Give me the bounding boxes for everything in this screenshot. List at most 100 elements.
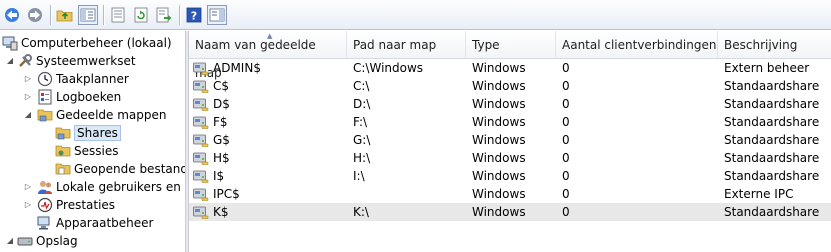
expand-arrow-icon[interactable]: ▷ (23, 92, 33, 101)
tree-item-opslag[interactable]: Opslag (17, 232, 78, 250)
show-hide-tree-icon[interactable] (78, 4, 98, 25)
tree-item-label: Computerbeheer (lokaal) (21, 36, 172, 50)
tree-item-label: Prestaties (56, 198, 116, 212)
up-folder-icon[interactable] (55, 5, 75, 25)
shared-drive-icon (193, 61, 209, 75)
table-row[interactable]: IPC$ Windows 0 Externe IPC (189, 185, 831, 203)
back-arrow-icon[interactable] (2, 5, 22, 25)
tree-item-shares[interactable]: Shares (55, 124, 121, 142)
share-name: D$ (213, 97, 230, 111)
column-header-description[interactable]: Beschrijving (718, 31, 831, 59)
share-name-cell: H$ (189, 151, 347, 165)
share-path: D:\ (353, 97, 371, 111)
tree-item-prestaties[interactable]: Prestaties (37, 196, 115, 214)
share-type: Windows (472, 115, 526, 129)
share-type: Windows (472, 61, 526, 75)
share-path: F:\ (353, 115, 368, 129)
column-header-type[interactable]: Type (466, 31, 556, 59)
share-description: Standaardshare (724, 133, 820, 147)
share-name-cell: C$ (189, 79, 347, 93)
shared-drive-icon (193, 133, 209, 147)
column-header-path[interactable]: Pad naar map (347, 31, 466, 59)
share-type: Windows (472, 205, 526, 219)
share-description: Standaardshare (724, 97, 820, 111)
system-tools-icon (17, 53, 33, 69)
list-rows: ADMIN$ C:\Windows Windows 0 Extern behee… (189, 59, 831, 221)
share-path: H:\ (353, 151, 371, 165)
table-row[interactable]: G$ G:\ Windows 0 Standaardshare (189, 131, 831, 149)
column-header-name[interactable]: ▲ Naam van gedeelde map (189, 31, 347, 80)
table-row[interactable]: F$ F:\ Windows 0 Standaardshare (189, 113, 831, 131)
share-connections: 0 (562, 61, 570, 75)
tree-item-label: Sessies (74, 144, 119, 158)
share-type: Windows (472, 79, 526, 93)
properties-icon[interactable] (108, 5, 128, 25)
share-connections: 0 (562, 97, 570, 111)
share-connections: 0 (562, 79, 570, 93)
share-connections: 0 (562, 115, 570, 129)
share-name: G$ (213, 133, 230, 147)
share-connections: 0 (562, 169, 570, 183)
shared-drive-icon (193, 115, 209, 129)
collapse-arrow-icon[interactable]: ◢ (23, 110, 33, 119)
tree-item-geopende-bestanden[interactable]: Geopende bestanden (55, 160, 185, 178)
table-row[interactable]: K$ K:\ Windows 0 Standaardshare (189, 203, 831, 221)
svg-text:?: ? (191, 9, 197, 22)
tree-item-gedeelde-mappen[interactable]: Gedeelde mappen (37, 106, 166, 124)
share-name: F$ (213, 115, 228, 129)
tree-item-lokale-gebruikers[interactable]: Lokale gebruikers en groepen (37, 178, 185, 196)
share-description: Standaardshare (724, 205, 820, 219)
help-icon[interactable]: ? (184, 5, 204, 25)
column-header-label: Pad naar map (353, 38, 437, 52)
share-name-cell: ADMIN$ (189, 61, 347, 75)
table-row[interactable]: C$ C:\ Windows 0 Standaardshare (189, 77, 831, 95)
tree-item-sessies[interactable]: Sessies (55, 142, 118, 160)
table-row[interactable]: D$ D:\ Windows 0 Standaardshare (189, 95, 831, 113)
export-list-icon[interactable] (154, 5, 174, 25)
event-viewer-icon (37, 89, 53, 105)
column-header-label: Beschrijving (724, 38, 798, 52)
tree-item-taakplanner[interactable]: Taakplanner (37, 70, 129, 88)
share-name: I$ (213, 169, 225, 183)
share-name: IPC$ (213, 187, 240, 201)
forward-arrow-icon[interactable] (25, 5, 45, 25)
tree-item-label: Taakplanner (56, 72, 129, 86)
collapse-arrow-icon[interactable]: ◢ (5, 56, 15, 65)
table-row[interactable]: H$ H:\ Windows 0 Standaardshare (189, 149, 831, 167)
column-header-label: Type (472, 38, 500, 52)
table-row[interactable]: I$ I:\ Windows 0 Standaardshare (189, 167, 831, 185)
shared-drive-icon (193, 79, 209, 93)
shared-drive-icon (193, 151, 209, 165)
column-header-label: Aantal clientverbindingen (562, 38, 717, 52)
expand-arrow-icon[interactable]: ▷ (23, 182, 33, 191)
tree-item-apparaatbeheer[interactable]: Apparaatbeheer (37, 214, 153, 232)
open-files-icon (55, 161, 71, 177)
expand-arrow-icon[interactable]: ▷ (23, 74, 33, 83)
tree-item-label: Systeemwerkset (36, 54, 136, 68)
expand-arrow-icon[interactable]: ▷ (23, 200, 33, 209)
navigation-tree: Computerbeheer (lokaal) ◢ Systeemwerkset… (0, 31, 185, 252)
tree-item-label: Opslag (36, 234, 78, 248)
shared-drive-icon (193, 169, 209, 183)
share-path: K:\ (353, 205, 369, 219)
column-header-connections[interactable]: Aantal clientverbindingen (556, 31, 718, 59)
shared-drive-icon (193, 97, 209, 111)
share-path: C:\Windows (353, 61, 424, 75)
share-description: Extern beheer (724, 61, 810, 75)
table-row[interactable]: ADMIN$ C:\Windows Windows 0 Extern behee… (189, 59, 831, 77)
share-connections: 0 (562, 151, 570, 165)
refresh-icon[interactable] (131, 5, 151, 25)
storage-icon (17, 233, 33, 249)
show-hide-action-pane-icon[interactable] (207, 4, 227, 25)
share-path: I:\ (353, 169, 365, 183)
share-description: Standaardshare (724, 79, 820, 93)
tree-item-computerbeheer[interactable]: Computerbeheer (lokaal) (2, 34, 172, 52)
collapse-arrow-icon[interactable]: ◢ (5, 236, 15, 245)
share-name-cell: IPC$ (189, 187, 347, 201)
tree-item-systeemwerkset[interactable]: Systeemwerkset (17, 52, 136, 70)
toolbar-separator (179, 4, 180, 25)
toolbar-separator (103, 4, 104, 25)
tree-item-logboeken[interactable]: Logboeken (37, 88, 121, 106)
shares-icon (55, 125, 71, 141)
device-manager-icon (37, 215, 53, 231)
